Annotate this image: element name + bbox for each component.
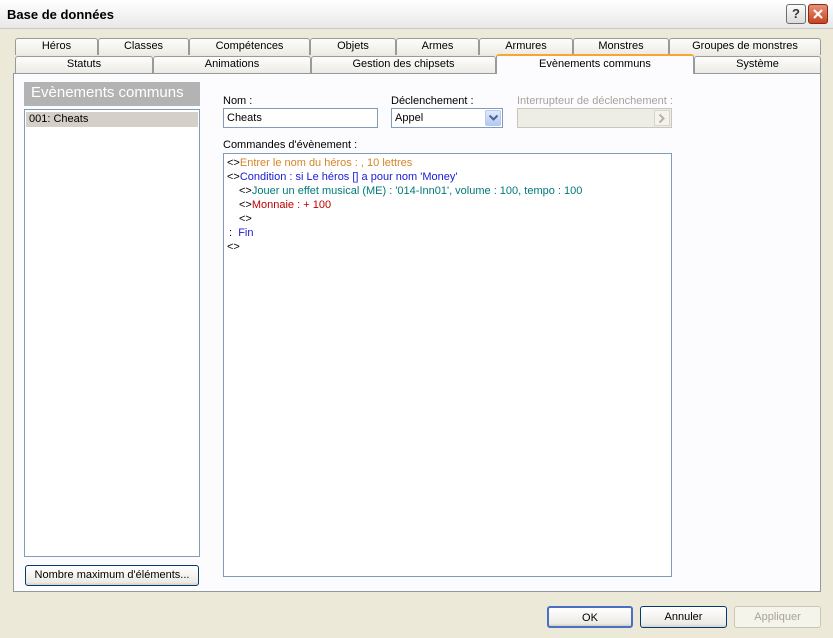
tab-evenements-communs[interactable]: Evènements communs (496, 54, 694, 74)
help-button[interactable]: ? (786, 4, 806, 24)
tab-statuts[interactable]: Statuts (15, 56, 153, 73)
trigger-value: Appel (395, 112, 424, 124)
trigger-select[interactable]: Appel (391, 108, 503, 128)
tab-gestion-des-chipsets[interactable]: Gestion des chipsets (311, 56, 496, 73)
command-line[interactable]: <>Jouer un effet musical (ME) : '014-Inn… (239, 184, 582, 198)
apply-button[interactable]: Appliquer (734, 606, 821, 628)
trigger-label: Déclenchement : (391, 95, 474, 107)
name-input[interactable]: Cheats (223, 108, 378, 128)
tab-groupes-de-monstres[interactable]: Groupes de monstres (669, 38, 821, 55)
title-bar: Base de données ? (0, 0, 833, 29)
switch-field (517, 108, 672, 128)
commands-label: Commandes d'évènement : (223, 139, 358, 151)
close-icon (813, 9, 823, 19)
command-line[interactable]: <>Monnaie : + 100 (239, 198, 331, 212)
cancel-button[interactable]: Annuler (640, 606, 727, 628)
tab-classes[interactable]: Classes (98, 38, 189, 55)
max-elements-button[interactable]: Nombre maximum d'éléments... (25, 565, 199, 586)
events-listbox[interactable]: 001: Cheats (24, 109, 200, 557)
close-button[interactable] (808, 4, 828, 24)
command-line[interactable]: <> (239, 212, 252, 226)
chevron-down-icon[interactable] (485, 110, 501, 126)
tab-armures[interactable]: Armures (479, 38, 573, 55)
tab-objets[interactable]: Objets (310, 38, 396, 55)
tab-animations[interactable]: Animations (153, 56, 311, 73)
chevron-right-icon (659, 114, 665, 123)
window-title: Base de données (7, 7, 114, 22)
tab-monstres[interactable]: Monstres (573, 38, 669, 55)
list-item[interactable]: 001: Cheats (26, 112, 198, 127)
switch-label: Interrupteur de déclenchement : (517, 95, 673, 107)
command-line[interactable]: <> (227, 240, 240, 254)
tab-competences[interactable]: Compétences (189, 38, 310, 55)
tab-systeme[interactable]: Système (694, 56, 821, 73)
name-label: Nom : (223, 95, 253, 107)
command-line[interactable]: : Fin (229, 226, 253, 240)
command-line[interactable]: <>Entrer le nom du héros : , 10 lettres (227, 156, 412, 170)
ok-button[interactable]: OK (547, 606, 633, 628)
tab-armes[interactable]: Armes (396, 38, 479, 55)
command-line[interactable]: <>Condition : si Le héros [] a pour nom … (227, 170, 457, 184)
list-header: Evènements communs (24, 82, 200, 106)
tab-heros[interactable]: Héros (15, 38, 98, 55)
switch-browse-button (654, 110, 670, 126)
question-icon: ? (792, 6, 800, 21)
commands-list[interactable]: <>Entrer le nom du héros : , 10 lettres … (223, 153, 672, 577)
